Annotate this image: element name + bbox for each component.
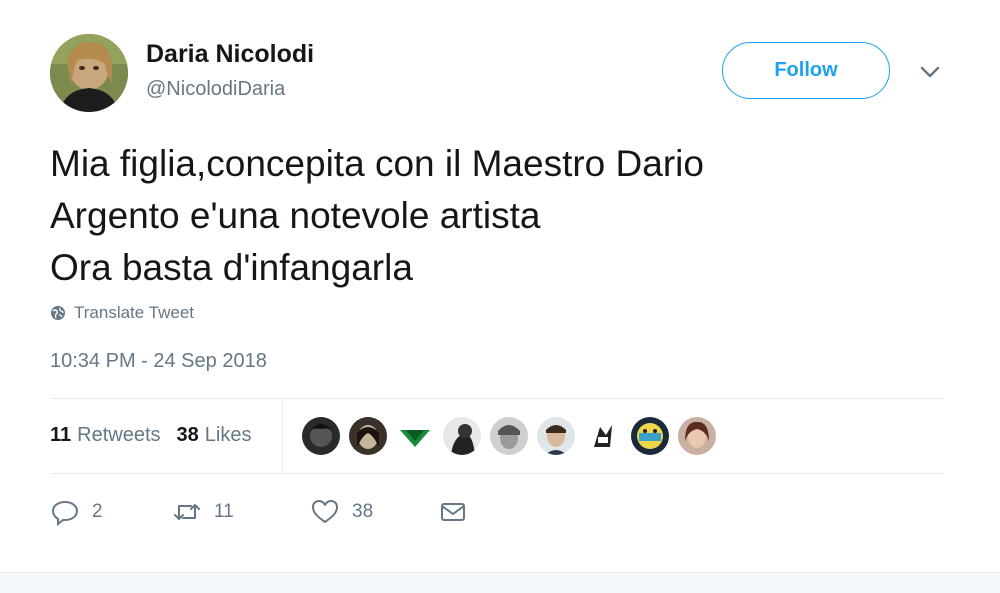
like-count: 38 bbox=[352, 501, 374, 522]
retweets-label: Retweets bbox=[77, 424, 161, 446]
profile-photo bbox=[50, 34, 128, 112]
retweet-icon bbox=[174, 504, 200, 520]
liker-avatar[interactable] bbox=[584, 417, 622, 455]
profile-avatar[interactable] bbox=[50, 34, 128, 112]
tweet-actions: 2 11 38 bbox=[50, 497, 468, 527]
reply-button[interactable]: 2 bbox=[50, 497, 172, 527]
liker-avatar[interactable] bbox=[490, 417, 528, 455]
retweet-button[interactable]: 11 bbox=[172, 497, 310, 527]
footer-bar bbox=[0, 572, 1000, 593]
retweets-stat[interactable]: 11 Retweets bbox=[50, 424, 161, 447]
reply-icon bbox=[51, 500, 79, 527]
liker-avatars bbox=[302, 417, 716, 455]
likes-label: Likes bbox=[204, 424, 252, 446]
retweets-count: 11 bbox=[50, 424, 72, 446]
divider bbox=[50, 473, 944, 474]
follow-button[interactable]: Follow bbox=[722, 42, 890, 99]
globe-icon bbox=[51, 306, 65, 320]
liker-avatar[interactable] bbox=[302, 417, 340, 455]
heart-icon bbox=[312, 500, 338, 523]
tweet-timestamp[interactable]: 10:34 PM - 24 Sep 2018 bbox=[50, 350, 267, 373]
retweet-count: 11 bbox=[214, 501, 234, 522]
username-handle[interactable]: @NicolodiDaria bbox=[146, 78, 285, 101]
liker-avatar[interactable] bbox=[678, 417, 716, 455]
reply-count: 2 bbox=[92, 501, 103, 522]
stats-separator bbox=[282, 399, 283, 473]
tweet-text: Mia figlia,concepita con il Maestro Dari… bbox=[50, 143, 704, 288]
divider bbox=[50, 398, 944, 399]
liker-avatar[interactable] bbox=[631, 417, 669, 455]
tweet-stats: 11 Retweets 38 Likes bbox=[50, 424, 251, 447]
liker-avatar[interactable] bbox=[537, 417, 575, 455]
translate-tweet-link[interactable]: Translate Tweet bbox=[50, 303, 194, 323]
likes-count: 38 bbox=[176, 424, 199, 446]
likes-stat[interactable]: 38 Likes bbox=[177, 424, 252, 447]
translate-tweet-label[interactable]: Translate Tweet bbox=[74, 303, 194, 323]
liker-avatar[interactable] bbox=[396, 417, 434, 455]
liker-avatar[interactable] bbox=[443, 417, 481, 455]
direct-message-button[interactable] bbox=[438, 497, 468, 527]
envelope-icon bbox=[441, 503, 465, 521]
display-name[interactable]: Daria Nicolodi bbox=[146, 40, 314, 69]
liker-avatar[interactable] bbox=[349, 417, 387, 455]
chevron-down-icon[interactable] bbox=[918, 62, 942, 82]
like-button[interactable]: 38 bbox=[310, 497, 438, 527]
